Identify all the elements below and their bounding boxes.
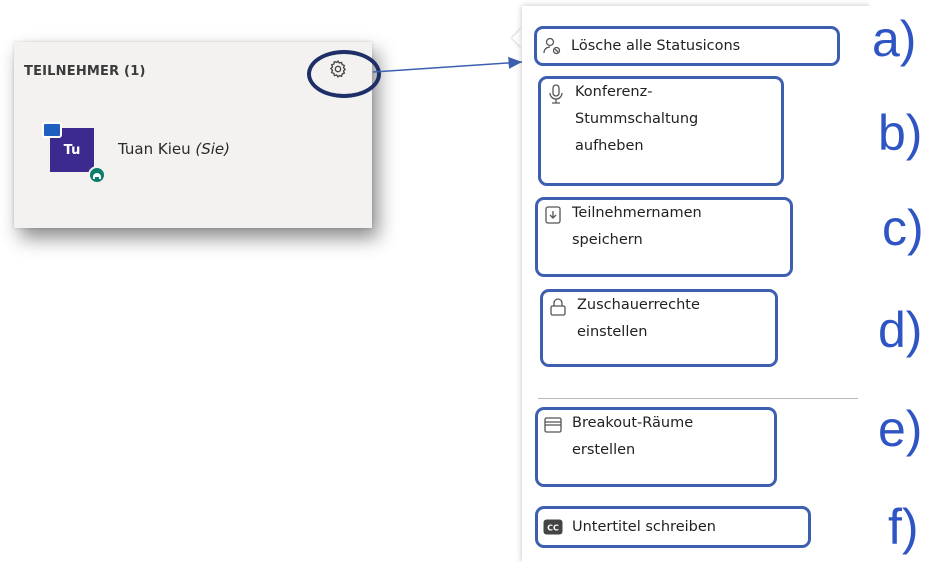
menu-item-text: Teilnehmernamen speichern (572, 200, 706, 254)
menu-item-unmute-conference[interactable]: Konferenz- Stummschaltung aufheben (538, 76, 784, 186)
menu-item-line: erstellen (572, 442, 636, 458)
menu-item-text: Breakout-Räume erstellen (572, 410, 697, 464)
headset-icon (88, 166, 106, 184)
menu-item-line: aufheben (575, 138, 644, 154)
participant-self-tag: (Sie) (195, 140, 231, 158)
clear-status-icon (541, 35, 563, 57)
lock-icon (547, 296, 569, 318)
menu-pointer (512, 28, 522, 48)
annotation-letter-a: a) (872, 11, 917, 67)
menu-item-text: Konferenz- Stummschaltung aufheben (575, 79, 702, 160)
menu-item-line: Breakout-Räume (572, 415, 694, 431)
participant-name: Tuan Kieu (Sie) (118, 140, 230, 158)
menu-item-line: Stummschaltung (575, 111, 699, 127)
menu-divider (538, 398, 858, 399)
menu-item-label: Untertitel schreiben (572, 518, 716, 535)
microphone-icon (545, 83, 567, 105)
menu-item-viewer-permissions[interactable]: Zuschauerrechte einstellen (540, 289, 778, 367)
menu-item-line: Zuschauerrechte (577, 297, 700, 313)
menu-item-line: Teilnehmernamen (572, 205, 702, 221)
menu-item-line: Konferenz- (575, 84, 653, 100)
save-file-icon (542, 204, 564, 226)
participant-name-text: Tuan Kieu (118, 140, 191, 158)
menu-item-line: speichern (572, 232, 643, 248)
annotation-letter-b: b) (878, 105, 923, 161)
screen-share-icon (42, 122, 62, 138)
closed-captions-icon: CC (542, 516, 564, 538)
menu-item-label: Lösche alle Statusicons (571, 37, 741, 54)
panel-title: TEILNEHMER (1) (24, 64, 146, 79)
menu-item-create-breakout-rooms[interactable]: Breakout-Räume erstellen (535, 407, 777, 487)
participants-panel: TEILNEHMER (1) Tu Tuan Kieu (Sie) (14, 42, 381, 228)
letters-column (870, 0, 941, 562)
annotation-letter-e: e) (878, 401, 923, 457)
annotation-letter-f: f) (888, 499, 919, 555)
breakout-rooms-icon (542, 414, 564, 436)
menu-item-save-participant-names[interactable]: Teilnehmernamen speichern (535, 197, 793, 277)
menu-item-line: einstellen (577, 324, 648, 340)
gear-highlight-circle (307, 50, 381, 98)
avatar-initials: Tu (63, 142, 81, 158)
menu-item-clear-status-icons[interactable]: Lösche alle Statusicons (534, 26, 840, 66)
annotation-letter-c: c) (882, 200, 924, 256)
menu-item-text: Zuschauerrechte einstellen (577, 292, 704, 346)
annotation-letter-d: d) (878, 302, 923, 358)
menu-item-write-captions[interactable]: CC Untertitel schreiben (535, 506, 811, 548)
svg-text:CC: CC (547, 524, 559, 533)
